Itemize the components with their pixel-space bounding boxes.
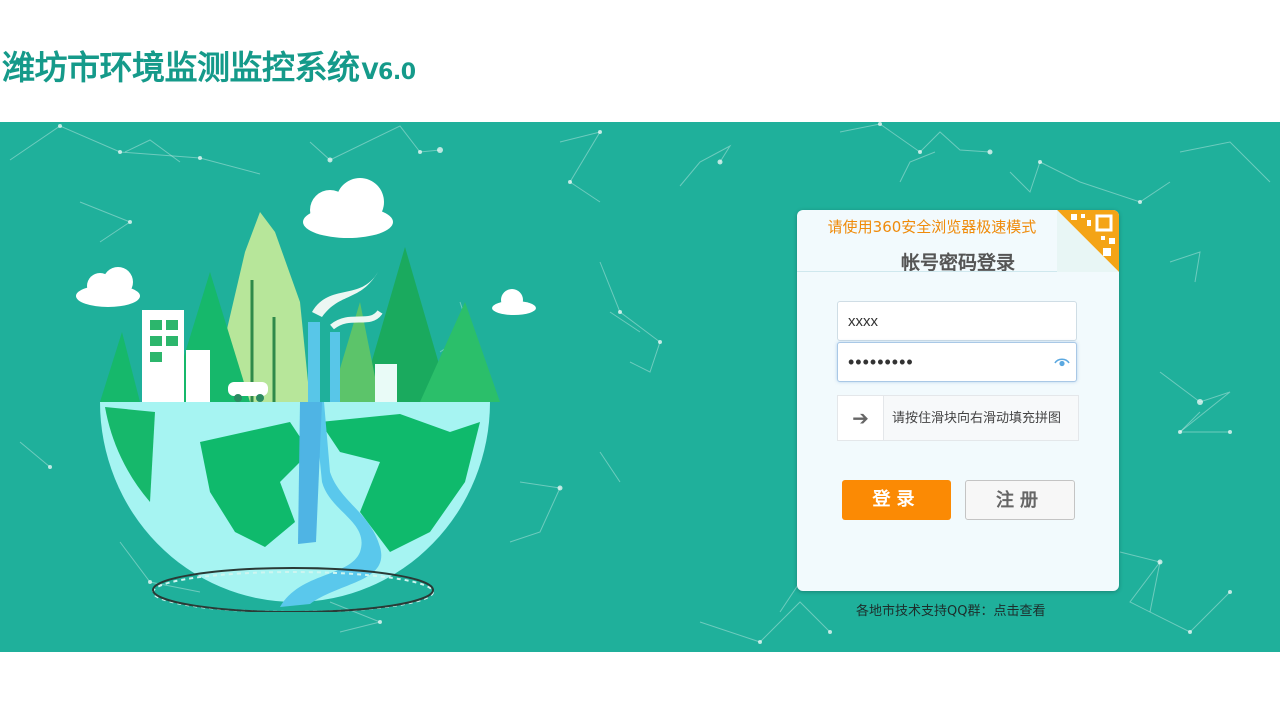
username-input[interactable] <box>838 302 1076 340</box>
eye-icon[interactable] <box>1054 355 1070 369</box>
arrow-right-icon: ➔ <box>852 406 869 430</box>
app-title-text: 潍坊市环境监测监控系统 <box>2 48 360 87</box>
username-field[interactable] <box>837 301 1077 341</box>
login-card: 请使用360安全浏览器极速模式 帐号密码登录 ➔ <box>797 210 1119 591</box>
eco-earth-illustration <box>76 178 536 612</box>
password-field[interactable] <box>837 342 1077 382</box>
register-button[interactable]: 注册 <box>965 480 1075 520</box>
support-link[interactable]: 点击查看 <box>993 604 1045 619</box>
app-version: V6.0 <box>361 60 417 85</box>
slider-captcha[interactable]: ➔ 请按住滑块向右滑动填充拼图 <box>837 395 1079 441</box>
slider-hint: 请按住滑块向右滑动填充拼图 <box>892 411 1062 426</box>
browser-notice: 请使用360安全浏览器极速模式 <box>827 218 1037 236</box>
password-input[interactable] <box>838 343 1076 381</box>
support-text: 各地市技术支持QQ群： <box>856 604 994 619</box>
header: 潍坊市环境监测监控系统V6.0 <box>0 0 1280 122</box>
app-title: 潍坊市环境监测监控系统V6.0 <box>2 44 416 92</box>
qr-code-icon[interactable] <box>1057 210 1119 272</box>
hero-banner: 请使用360安全浏览器极速模式 帐号密码登录 ➔ <box>0 122 1280 652</box>
slider-handle[interactable]: ➔ <box>838 396 884 440</box>
login-button[interactable]: 登录 <box>842 480 951 520</box>
support-info: 各地市技术支持QQ群：点击查看 <box>856 600 1045 619</box>
